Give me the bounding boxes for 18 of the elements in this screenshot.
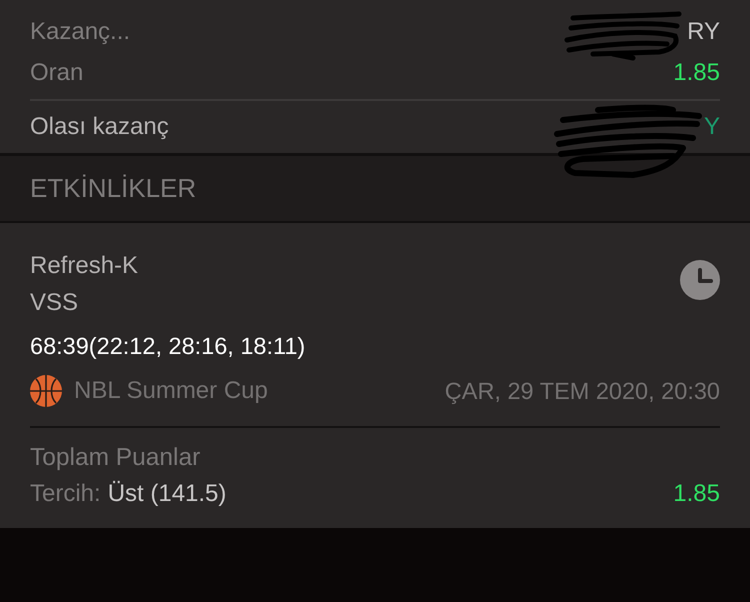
summary-value: RY [687,18,720,47]
market-name: Toplam Puanlar [30,443,200,473]
summary-label: Kazanç... [30,18,130,47]
clock-icon [680,260,720,300]
match-date: ÇAR, 29 TEM 2020, 20:30 [444,376,720,406]
choice-value: Üst (141.5) [108,480,226,508]
summary-value: 1.85 [673,59,720,88]
summary-label: Oran [30,59,84,88]
team-name: VSS [30,289,78,318]
section-title: ETKİNLİKLER [30,172,196,204]
odds-value: 1.85 [673,480,720,508]
total-label: Olası kazanç [30,112,169,142]
choice-label: Tercih: [30,480,101,508]
team-name: Refresh-K [30,252,138,280]
match-score: 68:39(22:12, 28:16, 18:11) [30,332,306,360]
total-value: Y [704,112,720,142]
basketball-icon [30,375,62,407]
league-name: NBL Summer Cup [74,376,268,406]
